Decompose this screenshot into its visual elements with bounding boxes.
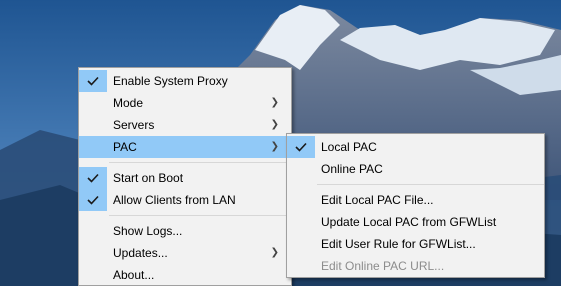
menu-item-servers[interactable]: Servers ❯ [79,114,291,136]
menu-item-about[interactable]: About... [79,264,291,286]
submenu-item-local-pac[interactable]: Local PAC [287,136,544,158]
menu-item-label: Start on Boot [113,171,184,185]
menu-item-label: Updates... [113,246,168,260]
menu-separator [109,162,291,163]
submenu-item-online-pac[interactable]: Online PAC [287,158,544,180]
chevron-right-icon: ❯ [270,247,279,258]
menu-item-label: Enable System Proxy [113,74,228,88]
menu-item-pac[interactable]: PAC ❯ [79,136,291,158]
submenu-item-edit-online-pac-url: Edit Online PAC URL... [287,255,544,277]
menu-item-enable-system-proxy[interactable]: Enable System Proxy [79,70,291,92]
submenu-item-edit-local-pac-file[interactable]: Edit Local PAC File... [287,189,544,211]
menu-item-mode[interactable]: Mode ❯ [79,92,291,114]
menu-item-label: About... [113,268,155,282]
menu-item-label: Show Logs... [113,224,183,238]
menu-item-label: Edit Online PAC URL... [321,259,445,273]
menu-item-label: Edit User Rule for GFWList... [321,237,476,251]
checkmark-icon [79,167,107,189]
menu-item-allow-clients-from-lan[interactable]: Allow Clients from LAN [79,189,291,211]
tray-context-menu: Enable System Proxy Mode ❯ Servers ❯ PAC… [78,67,292,286]
chevron-right-icon: ❯ [270,119,279,130]
menu-item-label: Local PAC [321,140,377,154]
pac-submenu: Local PAC Online PAC Edit Local PAC File… [286,133,545,278]
menu-item-label: PAC [113,140,137,154]
menu-item-label: Update Local PAC from GFWList [321,215,497,229]
menu-separator [109,215,291,216]
checkmark-icon [79,189,107,211]
menu-separator [317,184,544,185]
menu-item-label: Edit Local PAC File... [321,193,434,207]
menu-item-label: Mode [113,96,144,110]
menu-item-show-logs[interactable]: Show Logs... [79,220,291,242]
chevron-right-icon: ❯ [270,141,279,152]
menu-item-start-on-boot[interactable]: Start on Boot [79,167,291,189]
chevron-right-icon: ❯ [270,97,279,108]
submenu-item-edit-user-rule[interactable]: Edit User Rule for GFWList... [287,233,544,255]
menu-item-label: Allow Clients from LAN [113,193,236,207]
menu-item-label: Servers [113,118,155,132]
submenu-item-update-local-pac-from-gfwlist[interactable]: Update Local PAC from GFWList [287,211,544,233]
checkmark-icon [79,70,107,92]
menu-item-label: Online PAC [321,162,383,176]
checkmark-icon [287,136,315,158]
menu-item-updates[interactable]: Updates... ❯ [79,242,291,264]
